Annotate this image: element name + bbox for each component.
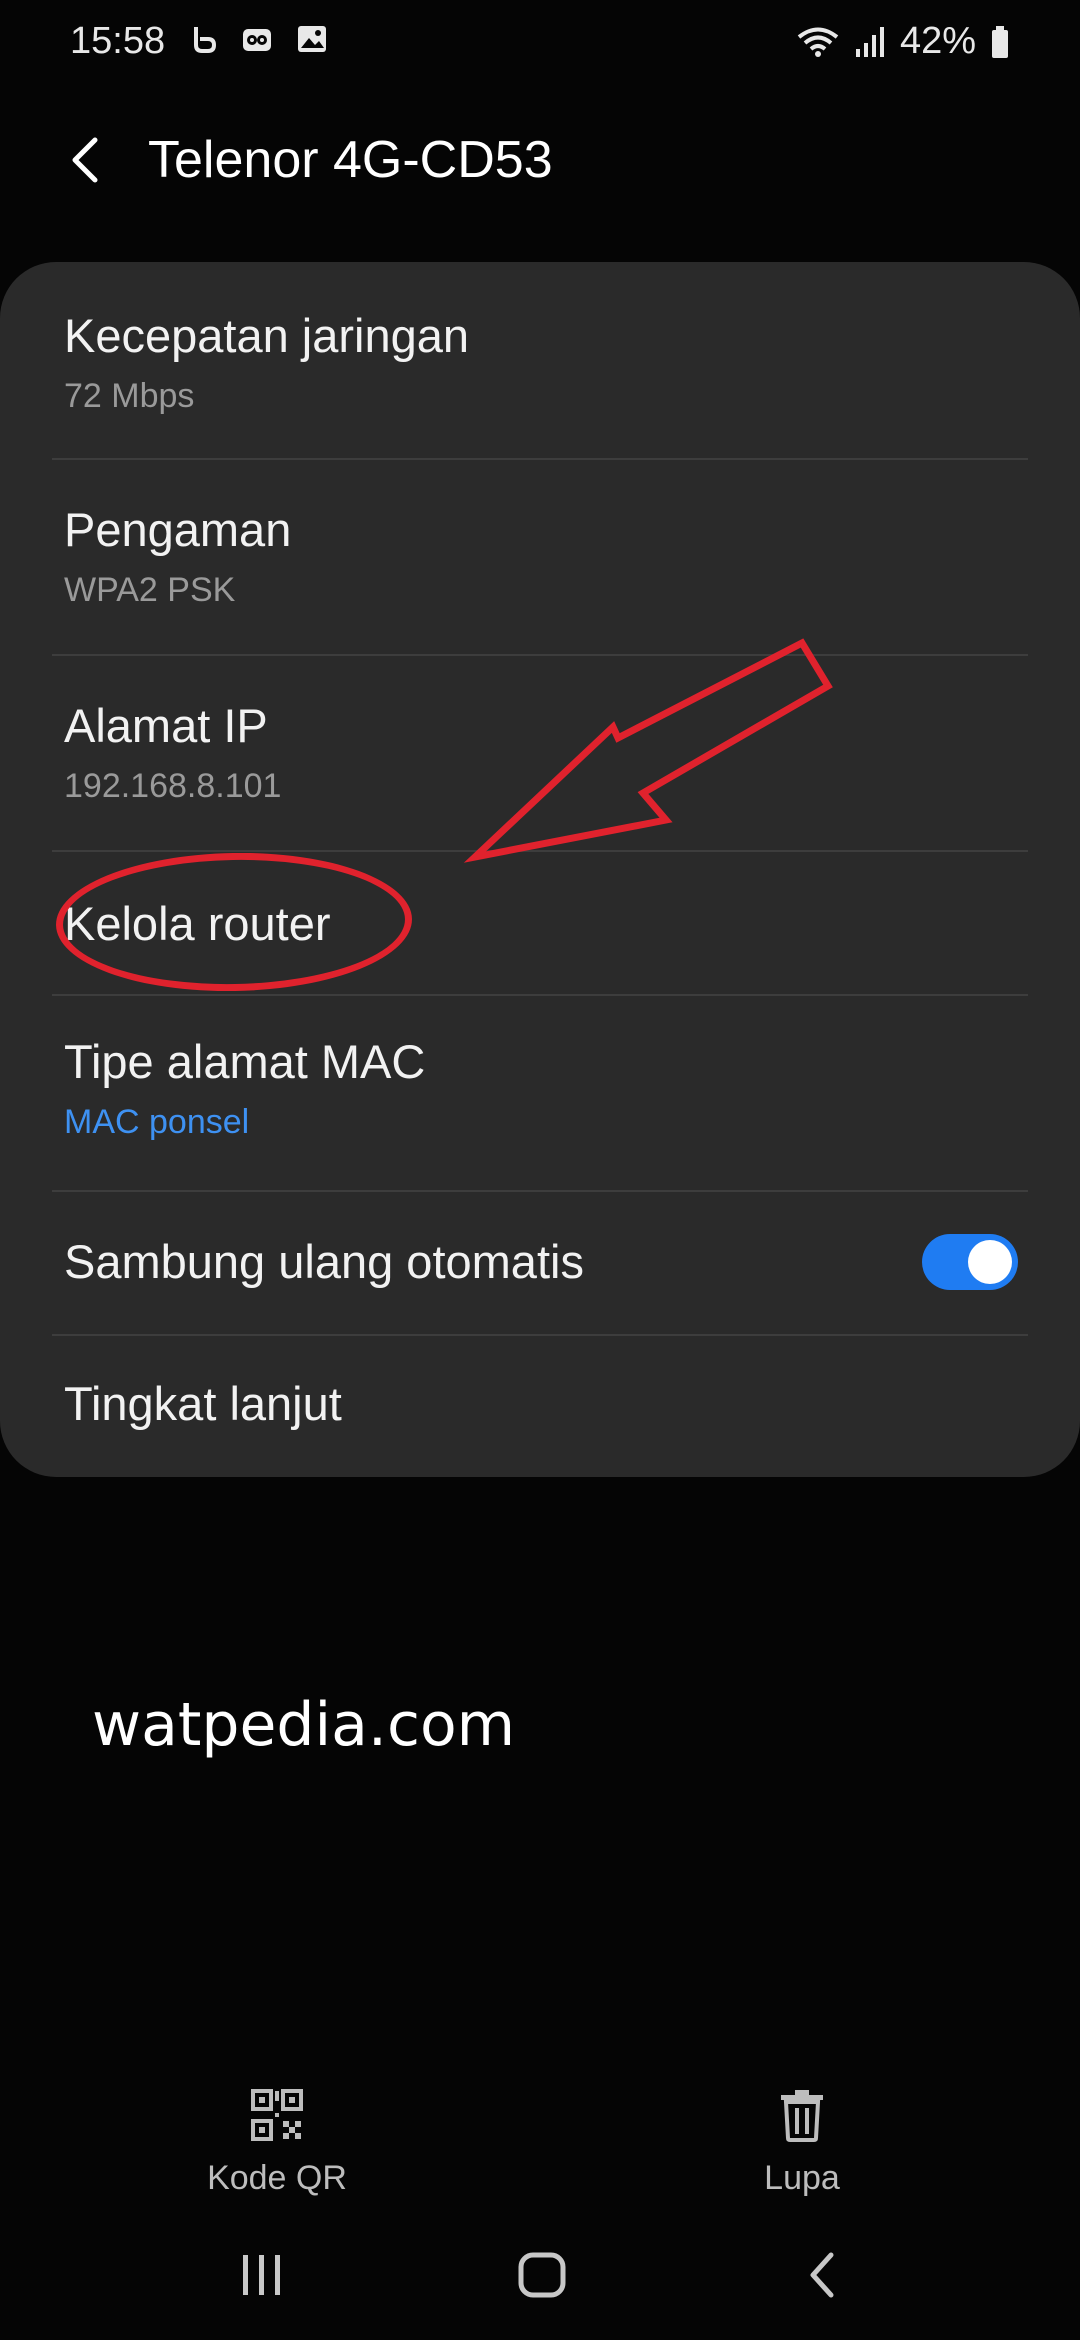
row-title: Alamat IP xyxy=(64,699,268,752)
row-security: Pengaman WPA2 PSK xyxy=(52,460,1028,654)
forget-button[interactable]: Lupa xyxy=(702,2085,902,2198)
watermark: watpedia.com xyxy=(92,1690,516,1760)
header: Telenor 4G-CD53 xyxy=(0,110,1080,210)
recents-button[interactable] xyxy=(217,2230,307,2320)
back-icon xyxy=(810,2252,834,2298)
camera-app-icon xyxy=(243,29,271,51)
row-title: Tipe alamat MAC xyxy=(64,1035,426,1088)
signal-icon xyxy=(855,26,884,57)
page-title: Telenor 4G-CD53 xyxy=(148,131,553,189)
row-title: Kecepatan jaringan xyxy=(64,309,470,362)
status-left-icons xyxy=(190,22,328,56)
row-ip-address: Alamat IP 192.168.8.101 xyxy=(52,656,1028,850)
row-subtitle: 72 Mbps xyxy=(64,377,195,415)
auto-reconnect-toggle[interactable] xyxy=(922,1234,1018,1290)
qr-code-icon xyxy=(251,2089,303,2141)
row-title: Sambung ulang otomatis xyxy=(64,1235,584,1288)
trash-icon xyxy=(781,2090,823,2142)
system-nav-bar xyxy=(0,2230,1080,2320)
row-subtitle: MAC ponsel xyxy=(64,1103,250,1141)
home-button[interactable] xyxy=(497,2230,587,2320)
recents-icon xyxy=(243,2255,280,2295)
row-title: Tingkat lanjut xyxy=(64,1377,342,1430)
row-subtitle: 192.168.8.101 xyxy=(64,767,282,805)
status-time: 15:58 xyxy=(70,20,166,62)
row-subtitle: WPA2 PSK xyxy=(64,571,236,609)
toggle-knob xyxy=(968,1240,1012,1284)
row-mac-address-type[interactable]: Tipe alamat MAC MAC ponsel xyxy=(52,996,1028,1190)
forget-label: Lupa xyxy=(764,2159,840,2197)
nav-back-button[interactable] xyxy=(777,2230,867,2320)
back-button[interactable] xyxy=(55,130,115,190)
back-arrow-icon xyxy=(72,137,98,183)
row-title: Pengaman xyxy=(64,503,292,556)
status-bar: 15:58 42% xyxy=(0,0,1080,86)
home-icon xyxy=(518,2252,566,2298)
battery-percent: 42% xyxy=(899,20,976,62)
qr-code-label: Kode QR xyxy=(207,2159,347,2197)
row-network-speed: Kecepatan jaringan 72 Mbps xyxy=(52,262,1028,458)
gallery-icon xyxy=(298,26,326,52)
status-right: 42% xyxy=(796,20,1010,63)
row-auto-reconnect[interactable]: Sambung ulang otomatis xyxy=(52,1192,1028,1334)
wifi-icon xyxy=(797,27,839,57)
battery-icon xyxy=(992,25,1008,58)
qr-code-button[interactable]: Kode QR xyxy=(177,2085,377,2198)
row-advanced[interactable]: Tingkat lanjut xyxy=(52,1336,1028,1477)
notification-app-icon xyxy=(194,27,217,53)
